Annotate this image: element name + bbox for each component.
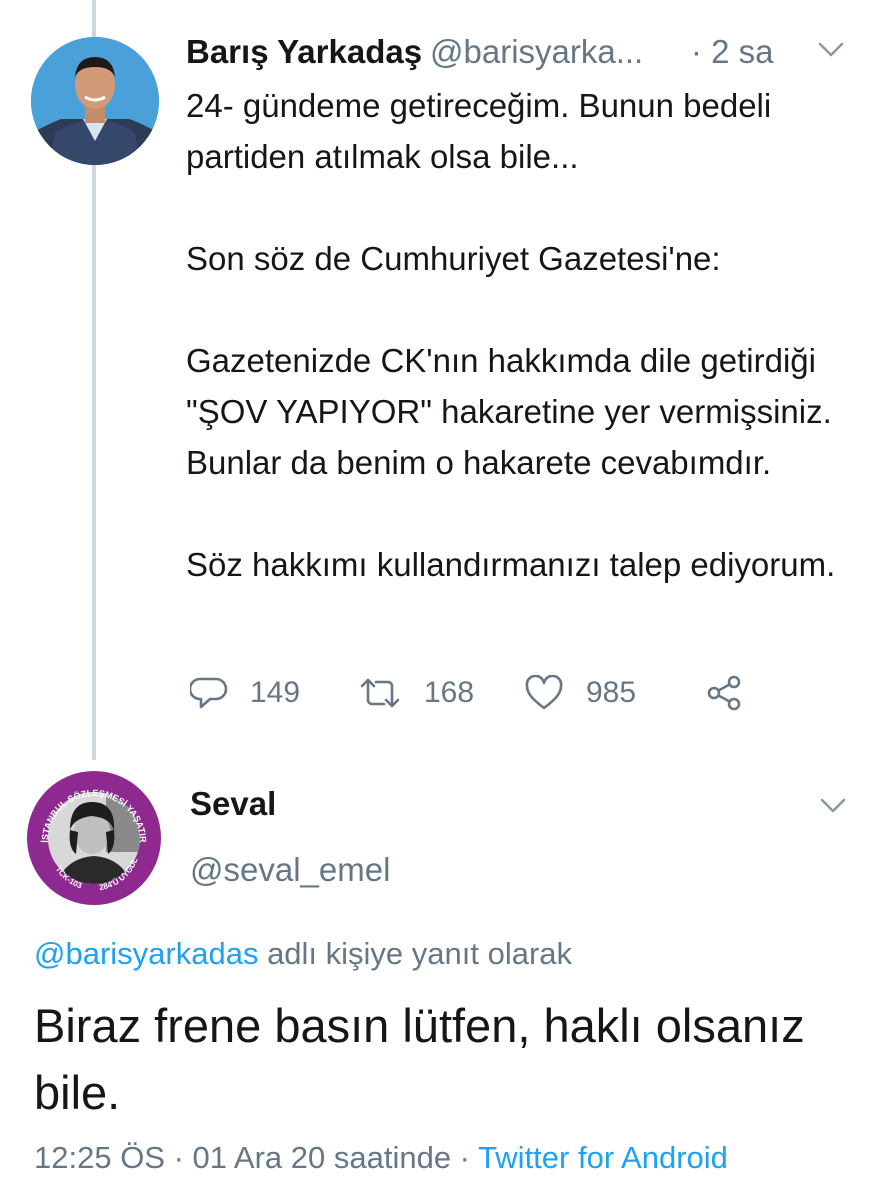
retweet-count: 168: [424, 676, 475, 709]
reply-context: @barisyarkadas adlı kişiye yanıt olarak: [34, 932, 572, 976]
retweet-arrows-icon: [360, 678, 400, 708]
author-handle[interactable]: @barisyarka...: [430, 30, 643, 74]
share-button[interactable]: [706, 668, 742, 718]
chevron-down-icon[interactable]: [820, 798, 846, 814]
reply-button[interactable]: 149: [190, 668, 300, 718]
reply-count: 149: [250, 676, 301, 709]
like-count: 985: [586, 676, 637, 709]
tweet-paragraph: Son söz de Cumhuriyet Gazetesi'ne:: [186, 240, 721, 277]
tweet-paragraph: 24- gündeme getireceğim. Bunun bedeli pa…: [186, 87, 772, 175]
avatar-seval[interactable]: İSTANBUL SÖZLEŞMESİ YAŞATIR TCK-103 6284…: [23, 763, 162, 906]
share-nodes-icon: [707, 675, 741, 711]
retweet-button[interactable]: 168: [358, 668, 474, 718]
tweet-paragraph: Gazetenizde CK'nın hakkımda dile getirdi…: [186, 342, 832, 481]
author-name[interactable]: Barış Yarkadaş: [186, 30, 422, 74]
tweet-meta: 12:25 ÖS · 01 Ara 20 saatinde · Twitter …: [34, 1136, 728, 1180]
avatar-badge-portrait-icon: İSTANBUL SÖZLEŞMESİ YAŞATIR TCK-103 6284…: [23, 763, 161, 905]
chevron-down-icon[interactable]: [818, 42, 844, 58]
reply-author-handle[interactable]: @seval_emel: [190, 848, 390, 892]
client-link[interactable]: Twitter for Android: [478, 1140, 728, 1175]
heart-outline-icon: [525, 675, 563, 710]
avatar-portrait-icon: [31, 37, 159, 165]
tweet-actions: 149 168 985: [186, 668, 786, 718]
tweet-header: Barış Yarkadaş @barisyarka... · 2 sa: [186, 30, 846, 74]
avatar-baris-yarkadas[interactable]: [31, 37, 159, 165]
reply-text: Biraz frene basın lütfen, haklı olsanız …: [34, 999, 805, 1119]
like-button[interactable]: 985: [524, 668, 636, 718]
tweet-text: 24- gündeme getireceğim. Bunun bedeli pa…: [186, 80, 846, 590]
reply-context-suffix: adlı kişiye yanıt olarak: [258, 936, 573, 971]
tweet-time[interactable]: · 2 sa: [691, 30, 774, 74]
replied-to-handle-link[interactable]: @barisyarkadas: [34, 936, 258, 971]
reply-author-name[interactable]: Seval: [190, 782, 276, 826]
speech-bubble-icon: [190, 677, 228, 709]
tweet-paragraph: Söz hakkımı kullandırmanızı talep ediyor…: [186, 546, 836, 583]
timestamp: 12:25 ÖS · 01 Ara 20 saatinde ·: [34, 1140, 479, 1175]
